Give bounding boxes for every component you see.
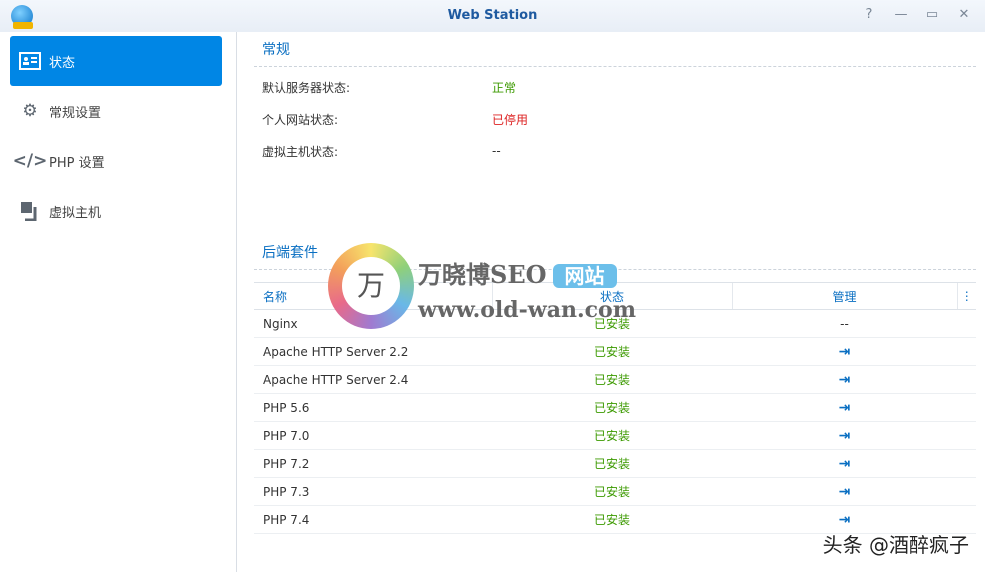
manage-open-icon[interactable]: ⇥: [732, 421, 957, 450]
watermark-credit: 头条 @酒醉疯子: [822, 533, 969, 557]
table-row[interactable]: PHP 5.6 已安装 ⇥: [254, 393, 976, 422]
sidebar-item-status[interactable]: 状态: [10, 36, 222, 86]
general-section-title: 常规: [254, 32, 976, 67]
package-status: 已安装: [492, 393, 732, 422]
status-row: 默认服务器状态: 正常: [254, 71, 976, 103]
backend-table: 名称 状态 管理 ⋮ Nginx 已安装 -- Apache HTTP Serve…: [254, 282, 976, 534]
package-status: 已安装: [492, 309, 732, 338]
status-row: 个人网站状态: 已停用: [254, 103, 976, 135]
maximize-button[interactable]: ▭: [924, 7, 940, 23]
package-name: PHP 7.4: [254, 505, 492, 534]
sidebar-item-virtual-host[interactable]: 虚拟主机: [10, 186, 222, 236]
status-label: 个人网站状态:: [262, 112, 339, 127]
gear-icon: ⚙: [22, 101, 38, 121]
column-header-manage[interactable]: 管理: [731, 282, 957, 310]
sidebar-item-php-settings[interactable]: </> PHP 设置: [10, 136, 222, 186]
package-name: PHP 7.0: [254, 421, 492, 450]
manage-open-icon[interactable]: ⇥: [732, 365, 957, 394]
manage-open-icon[interactable]: ⇥: [732, 449, 957, 478]
sidebar-item-label: 状态: [49, 55, 76, 71]
table-row[interactable]: PHP 7.0 已安装 ⇥: [254, 421, 976, 450]
package-status: 已安装: [492, 421, 732, 450]
package-name: Nginx: [254, 309, 492, 338]
package-status: 已安装: [492, 365, 732, 394]
package-name: PHP 5.6: [254, 393, 492, 422]
main-panel: 常规 默认服务器状态: 正常 个人网站状态: 已停用 虚拟主机状态: -- 后端套件 …: [254, 32, 976, 534]
virtual-host-icon: [19, 201, 41, 221]
title-bar: Web Station ? — ▭ ✕: [0, 0, 985, 32]
manage-open-icon[interactable]: ⇥: [732, 393, 957, 422]
table-row[interactable]: PHP 7.2 已安装 ⇥: [254, 449, 976, 478]
column-header-name[interactable]: 名称: [254, 282, 492, 310]
package-name: PHP 7.2: [254, 449, 492, 478]
status-label: 默认服务器状态:: [262, 80, 351, 95]
package-name: PHP 7.3: [254, 477, 492, 506]
package-name: Apache HTTP Server 2.4: [254, 365, 492, 394]
window-title: Web Station: [447, 8, 538, 23]
sidebar-item-label: 虚拟主机: [49, 205, 102, 221]
code-icon: </>: [12, 151, 48, 171]
status-value: 正常: [492, 80, 517, 95]
column-menu-button[interactable]: ⋮: [956, 282, 976, 310]
status-card-icon: [19, 51, 41, 71]
close-button[interactable]: ✕: [956, 7, 972, 23]
table-row[interactable]: Nginx 已安装 --: [254, 309, 976, 338]
status-value: 已停用: [492, 112, 529, 127]
sidebar-item-label: PHP 设置: [49, 155, 105, 171]
package-status: 已安装: [492, 477, 732, 506]
sidebar: 状态 ⚙ 常规设置 </> PHP 设置 虚拟主机: [0, 32, 237, 572]
table-row[interactable]: Apache HTTP Server 2.4 已安装 ⇥: [254, 365, 976, 394]
table-row[interactable]: Apache HTTP Server 2.2 已安装 ⇥: [254, 337, 976, 366]
minimize-button[interactable]: —: [893, 7, 909, 23]
manage-open-icon[interactable]: ⇥: [732, 337, 957, 366]
status-label: 虚拟主机状态:: [262, 144, 339, 159]
help-button[interactable]: ?: [861, 7, 877, 23]
sidebar-item-label: 常规设置: [49, 105, 102, 121]
status-row: 虚拟主机状态: --: [254, 135, 976, 167]
status-value: --: [492, 144, 501, 158]
sidebar-item-general-settings[interactable]: ⚙ 常规设置: [10, 86, 222, 136]
backend-section-title: 后端套件: [254, 235, 976, 270]
table-row[interactable]: PHP 7.3 已安装 ⇥: [254, 477, 976, 506]
package-status: 已安装: [492, 337, 732, 366]
manage-open-icon[interactable]: ⇥: [732, 477, 957, 506]
package-status: 已安装: [492, 505, 732, 534]
package-name: Apache HTTP Server 2.2: [254, 337, 492, 366]
column-header-status[interactable]: 状态: [491, 282, 732, 310]
manage-value: --: [732, 309, 957, 338]
package-status: 已安装: [492, 449, 732, 478]
